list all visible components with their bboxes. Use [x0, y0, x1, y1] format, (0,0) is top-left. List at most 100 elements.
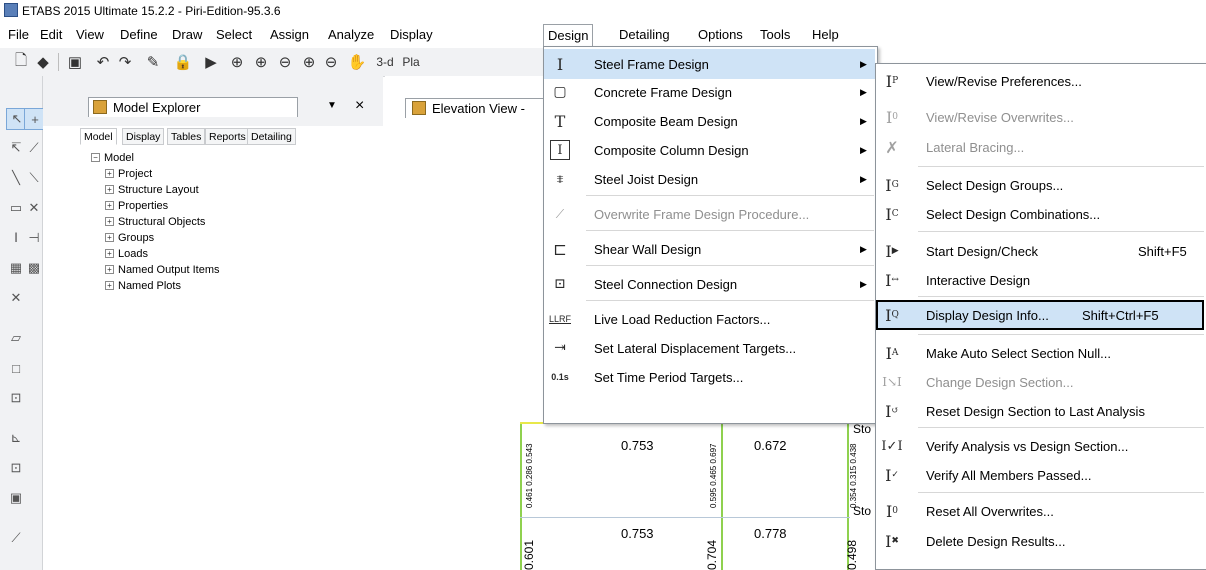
draw-dimension-icon[interactable]: ▣ [6, 488, 26, 508]
collapse-icon[interactable]: − [91, 153, 100, 162]
zoom-in-icon[interactable]: ⊕ [250, 51, 272, 73]
expand-icon[interactable]: + [105, 185, 114, 194]
expand-icon[interactable]: + [105, 217, 114, 226]
tab-detailing[interactable]: Detailing [247, 128, 296, 145]
menu-help[interactable]: Help [808, 26, 843, 44]
tree-item-structural-objects[interactable]: + Structural Objects [105, 214, 205, 231]
pencil-icon[interactable]: ✎ [142, 51, 164, 73]
menu-item-shear-wall-design[interactable]: ⊏ Shear Wall Design ▶ [544, 234, 875, 264]
draw-link-icon[interactable]: ⊾ [6, 428, 26, 448]
tree-item-structure-layout[interactable]: + Structure Layout [105, 182, 199, 199]
tree-item-loads[interactable]: + Loads [105, 246, 148, 263]
menu-item-set-lateral-displacement-targets[interactable]: ⇥ Set Lateral Displacement Targets... [544, 333, 875, 363]
menu-item-reset-all-overwrites[interactable]: I0 Reset All Overwrites... [876, 496, 1204, 526]
run-analysis-icon[interactable]: ▶ [200, 51, 222, 73]
snap-perpendicular-icon[interactable]: ⟍ [24, 168, 44, 188]
zoom-full-icon[interactable]: ⊕ [298, 51, 320, 73]
zoom-previous-icon[interactable]: ⊖ [320, 51, 342, 73]
menu-item-set-time-period-targets[interactable]: 0.1s Set Time Period Targets... [544, 362, 875, 392]
menu-file[interactable]: File [4, 26, 33, 44]
menu-options[interactable]: Options [694, 26, 747, 44]
tab-tables[interactable]: Tables [167, 128, 206, 145]
menu-analyze[interactable]: Analyze [324, 26, 378, 44]
snap-ends-icon[interactable]: ⟋ [24, 138, 44, 158]
draw-brace-icon[interactable]: ✕ [6, 288, 26, 308]
draw-line-icon[interactable]: ╲ [6, 168, 26, 188]
menu-item-steel-frame-design[interactable]: I Steel Frame Design ▶ [544, 49, 875, 79]
tree-item-named-output[interactable]: + Named Output Items [105, 262, 220, 279]
draw-wall-icon[interactable]: ▱ [6, 328, 26, 348]
pin-dropdown-icon[interactable]: ▼ [327, 100, 337, 111]
menu-item-composite-column-design[interactable]: I Composite Column Design ▶ [544, 135, 875, 165]
expand-icon[interactable]: + [105, 265, 114, 274]
menu-item-select-design-groups[interactable]: IG Select Design Groups... [876, 170, 1204, 200]
menu-item-select-design-combinations[interactable]: IC Select Design Combinations... [876, 199, 1204, 229]
menu-select[interactable]: Select [212, 26, 256, 44]
menu-edit[interactable]: Edit [36, 26, 66, 44]
draw-area-icon[interactable]: ▭ [6, 198, 26, 218]
tree-item-groups[interactable]: + Groups [105, 230, 154, 247]
expand-icon[interactable]: + [105, 281, 114, 290]
menu-display[interactable]: Display [386, 26, 437, 44]
menu-item-change-design-section[interactable]: I↘I Change Design Section... [876, 367, 1204, 397]
menu-item-delete-design-results[interactable]: I ✖ Delete Design Results... [876, 526, 1204, 556]
menu-item-start-design-check[interactable]: I ▶ Start Design/Check Shift+F5 [876, 236, 1204, 266]
snap-intersection-icon[interactable]: ✕ [24, 198, 44, 218]
expand-icon[interactable]: + [105, 249, 114, 258]
menu-detailing[interactable]: Detailing [615, 26, 674, 44]
draw-point-icon[interactable]: ⊡ [6, 458, 26, 478]
menu-item-view-revise-preferences[interactable]: IP View/Revise Preferences... [876, 66, 1204, 96]
undo-icon[interactable]: ↶ [92, 51, 114, 73]
expand-icon[interactable]: + [105, 201, 114, 210]
tree-item-properties[interactable]: + Properties [105, 198, 168, 215]
plan-view-button[interactable]: Pla [398, 51, 424, 73]
zoom-window-icon[interactable]: ⊕ [226, 51, 248, 73]
menu-item-verify-all-members-passed[interactable]: I ✓ Verify All Members Passed... [876, 460, 1204, 490]
menu-item-reset-design-section[interactable]: I ↺ Reset Design Section to Last Analysis [876, 396, 1204, 426]
snap-midpoint-icon[interactable]: ⊣ [24, 228, 44, 248]
menu-item-make-auto-select-section-null[interactable]: IA Make Auto Select Section Null... [876, 338, 1204, 368]
tree-item-named-plots[interactable]: + Named Plots [105, 278, 181, 295]
menu-item-overwrite-frame-design-procedure[interactable]: ⟋ Overwrite Frame Design Procedure... [544, 199, 875, 229]
draw-ruler-icon[interactable]: ⟋ [6, 528, 26, 548]
menu-item-lateral-bracing[interactable]: ✗ Lateral Bracing... [876, 132, 1204, 162]
open-model-icon[interactable]: ◆ [32, 51, 54, 73]
draw-grid-icon[interactable]: ▦ [6, 258, 26, 278]
tab-display[interactable]: Display [122, 128, 165, 145]
elevation-view-tab[interactable]: Elevation View - [405, 98, 545, 118]
draw-opening-icon[interactable]: ⊡ [6, 388, 26, 408]
tab-model[interactable]: Model [80, 128, 117, 145]
zoom-out-icon[interactable]: ⊖ [274, 51, 296, 73]
menu-assign[interactable]: Assign [266, 26, 313, 44]
draw-floor-icon[interactable]: □ [6, 358, 26, 378]
menu-item-display-design-info[interactable]: IQ Display Design Info... Shift+Ctrl+F5 [876, 300, 1204, 330]
menu-draw[interactable]: Draw [168, 26, 206, 44]
draw-column-icon[interactable]: Ⅰ [6, 228, 26, 248]
menu-item-view-revise-overwrites[interactable]: I0 View/Revise Overwrites... [876, 102, 1204, 132]
menu-item-steel-joist-design[interactable]: ⩨ Steel Joist Design ▶ [544, 164, 875, 194]
close-icon[interactable]: × [355, 97, 364, 115]
view-3d-button[interactable]: 3-d [370, 51, 400, 73]
tree-root[interactable]: − Model [91, 150, 134, 167]
new-model-icon[interactable]: 🗋 [10, 51, 32, 73]
tab-reports[interactable]: Reports [205, 128, 250, 145]
menu-tools[interactable]: Tools [756, 26, 794, 44]
menu-define[interactable]: Define [116, 26, 162, 44]
expand-icon[interactable]: + [105, 233, 114, 242]
reshape-icon[interactable]: ↸ [6, 138, 26, 158]
expand-icon[interactable]: + [105, 169, 114, 178]
menu-item-steel-connection-design[interactable]: ⊡ Steel Connection Design ▶ [544, 269, 875, 299]
model-explorer-tab[interactable]: Model Explorer [88, 97, 298, 117]
menu-item-composite-beam-design[interactable]: T Composite Beam Design ▶ [544, 106, 875, 136]
menu-design[interactable]: Design [543, 24, 594, 47]
lock-icon[interactable]: 🔒 [172, 51, 194, 73]
pan-icon[interactable]: ✋ [346, 51, 368, 73]
redo-icon[interactable]: ↷ [114, 51, 136, 73]
menu-item-interactive-design[interactable]: I ↔ Interactive Design [876, 265, 1204, 295]
snap-grid-icon[interactable]: ▩ [24, 258, 44, 278]
menu-item-live-load-reduction-factors[interactable]: LLRF Live Load Reduction Factors... [544, 304, 875, 334]
menu-view[interactable]: View [72, 26, 108, 44]
tree-item-project[interactable]: + Project [105, 166, 152, 183]
menu-item-concrete-frame-design[interactable]: ▢ Concrete Frame Design ▶ [544, 77, 875, 107]
save-icon[interactable]: ▣ [64, 51, 86, 73]
